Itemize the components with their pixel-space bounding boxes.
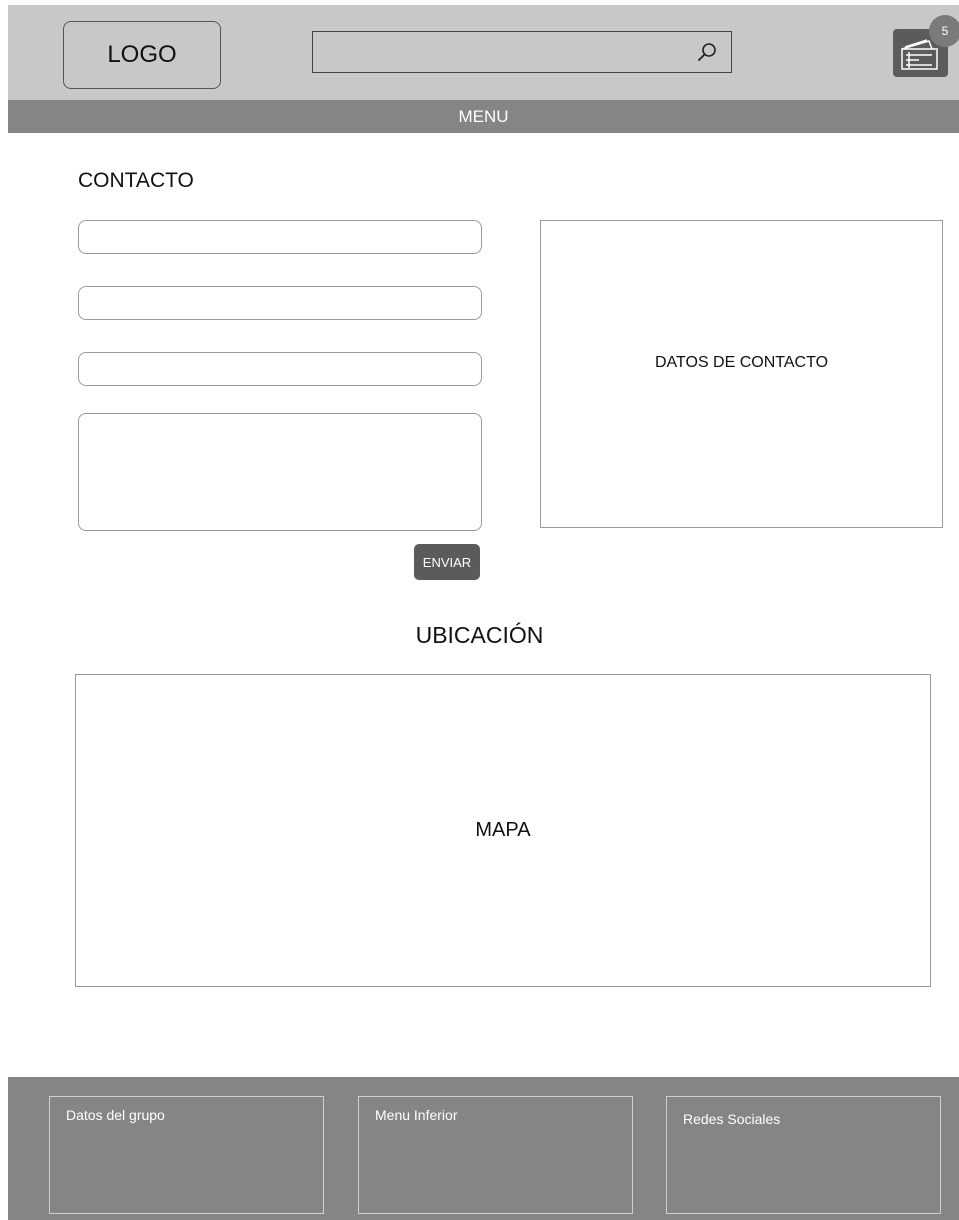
search-bar[interactable] <box>312 31 732 73</box>
logo[interactable]: LOGO <box>63 21 221 89</box>
contact-info-label: DATOS DE CONTACTO <box>654 354 829 371</box>
footer-social-label: Redes Sociales <box>683 1111 781 1127</box>
map[interactable]: MAPA <box>75 674 931 987</box>
footer-group-info: Datos del grupo <box>49 1096 324 1214</box>
main-menu[interactable]: MENU <box>8 100 959 133</box>
contact-field-1[interactable] <box>78 220 482 254</box>
contact-field-2[interactable] <box>78 286 482 320</box>
contact-title: CONTACTO <box>78 169 194 192</box>
search-icon[interactable] <box>695 40 719 64</box>
footer-menu[interactable]: Menu Inferior <box>358 1096 633 1214</box>
footer-menu-label: Menu Inferior <box>375 1107 458 1123</box>
menu-label: MENU <box>458 106 509 126</box>
logo-text: LOGO <box>107 41 177 68</box>
cart-count-badge: 5 <box>929 15 959 47</box>
contact-field-3[interactable] <box>78 352 482 386</box>
send-button[interactable]: ENVIAR <box>414 544 480 580</box>
map-label: MAPA <box>475 819 531 841</box>
search-input[interactable] <box>313 32 683 72</box>
footer-social-links[interactable]: Redes Sociales <box>666 1096 941 1214</box>
location-title: UBICACIÓN <box>415 622 544 648</box>
contact-message-field[interactable] <box>78 413 482 531</box>
contact-info-box: DATOS DE CONTACTO <box>540 220 943 528</box>
footer-group-info-label: Datos del grupo <box>66 1107 165 1123</box>
